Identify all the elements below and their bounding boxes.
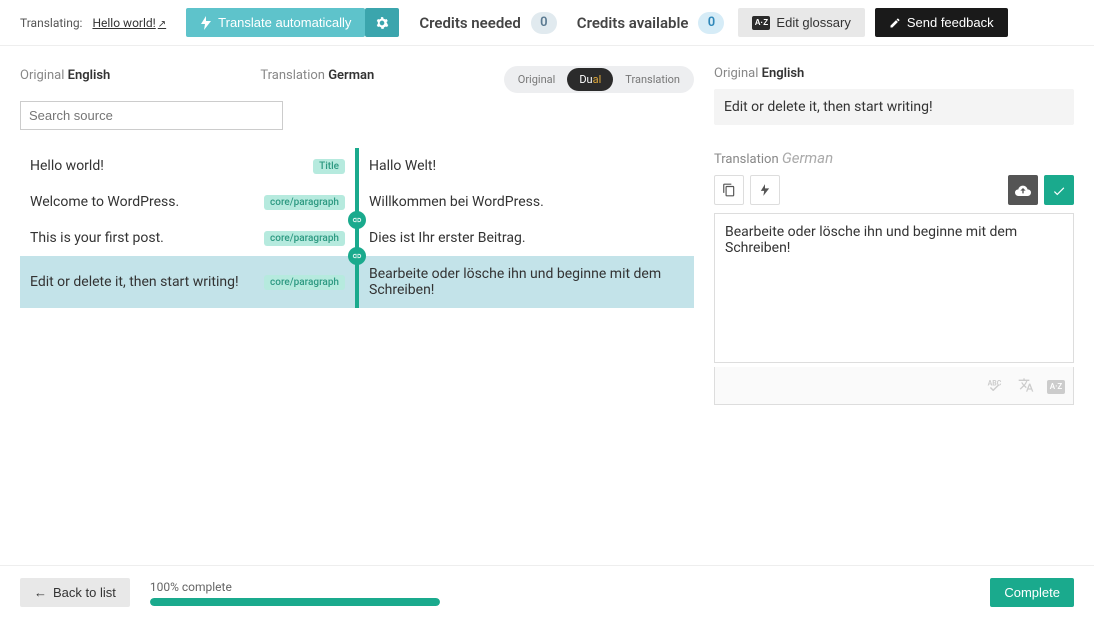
progress-fill bbox=[150, 598, 440, 606]
preview-original-header: Original English bbox=[714, 66, 1074, 81]
edit-footer: ABC A·Z bbox=[714, 367, 1074, 405]
tab-translation[interactable]: Translation bbox=[613, 68, 692, 91]
edit-glossary-label: Edit glossary bbox=[776, 15, 850, 30]
copy-icon bbox=[722, 183, 736, 197]
glossary-icon: A·Z bbox=[752, 16, 770, 30]
complete-button[interactable]: Complete bbox=[990, 578, 1074, 607]
original-header: Original English bbox=[20, 68, 110, 83]
link-icon[interactable] bbox=[348, 211, 366, 229]
right-column: Original English Edit or delete it, then… bbox=[714, 66, 1074, 405]
row-divider bbox=[355, 184, 359, 220]
dual-header: Original English Translation German Orig… bbox=[20, 66, 694, 93]
block-type-tag: Title bbox=[313, 159, 345, 174]
credits-needed-badge: 0 bbox=[531, 12, 557, 34]
credits-needed-label: Credits needed bbox=[419, 14, 520, 32]
translate-settings-button[interactable] bbox=[365, 8, 399, 37]
machine-translate-button[interactable] bbox=[750, 175, 780, 205]
target-cell: Bearbeite oder lösche ihn und beginne mi… bbox=[359, 256, 694, 308]
gear-icon bbox=[375, 16, 389, 30]
edit-toolbar-right bbox=[1008, 175, 1074, 205]
copy-source-button[interactable] bbox=[714, 175, 744, 205]
translating-link[interactable]: Hello world!↗ bbox=[92, 16, 166, 30]
spellcheck-icon[interactable]: ABC bbox=[987, 377, 1005, 394]
edit-glossary-button[interactable]: A·Z Edit glossary bbox=[738, 8, 864, 37]
view-tabs: Original Dual Translation bbox=[504, 66, 694, 93]
send-feedback-button[interactable]: Send feedback bbox=[875, 8, 1008, 37]
preview-original-lang: English bbox=[762, 66, 805, 81]
original-label: Original bbox=[20, 68, 64, 83]
main: Original English Translation German Orig… bbox=[0, 46, 1094, 425]
translate-automatically-button[interactable]: Translate automatically bbox=[186, 8, 365, 37]
block-type-tag: core/paragraph bbox=[264, 195, 345, 210]
table-row[interactable]: Welcome to WordPress. core/paragraph Willk… bbox=[20, 184, 694, 220]
edit-toolbar-left bbox=[714, 175, 780, 205]
progress-track bbox=[150, 598, 440, 606]
lightning-icon bbox=[200, 16, 212, 30]
translation-header: Translation German bbox=[260, 68, 374, 83]
edit-header: Translation German bbox=[714, 149, 1074, 167]
send-feedback-label: Send feedback bbox=[907, 15, 994, 30]
arrow-left-icon: ← bbox=[34, 585, 47, 600]
translate-icon[interactable] bbox=[1017, 377, 1035, 394]
lightning-icon bbox=[760, 183, 770, 197]
check-icon bbox=[1052, 184, 1066, 196]
preview-translation-lang: German bbox=[782, 149, 833, 167]
progress-wrap: 100% complete bbox=[150, 580, 971, 606]
source-text: Welcome to WordPress. bbox=[30, 194, 179, 210]
source-text: This is your first post. bbox=[30, 230, 164, 246]
svg-text:ABC: ABC bbox=[988, 379, 1002, 387]
source-text: Hello world! bbox=[30, 158, 104, 174]
row-divider bbox=[355, 148, 359, 184]
table-row[interactable]: Hello world! Title Hallo Welt! bbox=[20, 148, 694, 184]
credits-available-label: Credits available bbox=[577, 14, 689, 32]
left-column: Original English Translation German Orig… bbox=[20, 66, 694, 405]
target-cell: Dies ist Ihr erster Beitrag. bbox=[359, 220, 694, 256]
external-link-icon: ↗ bbox=[158, 19, 166, 30]
cloud-upload-icon bbox=[1015, 184, 1031, 196]
preview-original-text: Edit or delete it, then start writing! bbox=[714, 89, 1074, 125]
translating-label: Translating: bbox=[20, 16, 82, 30]
progress-label: 100% complete bbox=[150, 580, 971, 594]
source-cell: Hello world! Title bbox=[20, 148, 355, 184]
link-icon[interactable] bbox=[348, 247, 366, 265]
translation-label: Translation bbox=[260, 68, 325, 83]
target-cell: Hallo Welt! bbox=[359, 148, 694, 184]
translation-rows: Hello world!TitleHallo Welt!Welcome to W… bbox=[20, 148, 694, 308]
translating-link-text: Hello world! bbox=[92, 16, 155, 30]
preview-original-label: Original bbox=[714, 66, 758, 81]
block-type-tag: core/paragraph bbox=[264, 275, 345, 290]
cloud-button[interactable] bbox=[1008, 175, 1038, 205]
bottombar: ← Back to list 100% complete Complete bbox=[0, 565, 1094, 619]
source-cell: This is your first post. core/paragraph bbox=[20, 220, 355, 256]
glossary-footer-icon[interactable]: A·Z bbox=[1047, 377, 1065, 394]
search-input[interactable] bbox=[20, 101, 283, 130]
block-type-tag: core/paragraph bbox=[264, 231, 345, 246]
original-lang: English bbox=[68, 68, 111, 83]
credits-available-badge: 0 bbox=[698, 12, 724, 34]
target-cell: Willkommen bei WordPress. bbox=[359, 184, 694, 220]
tab-original[interactable]: Original bbox=[506, 68, 568, 91]
back-to-list-button[interactable]: ← Back to list bbox=[20, 578, 130, 607]
translate-auto-label: Translate automatically bbox=[218, 15, 351, 30]
source-cell: Edit or delete it, then start writing! co… bbox=[20, 256, 355, 308]
preview-translation-label: Translation bbox=[714, 152, 779, 167]
translation-textarea[interactable] bbox=[714, 213, 1074, 363]
back-label: Back to list bbox=[53, 585, 116, 600]
tab-dual-prefix: Du bbox=[579, 73, 592, 86]
source-text: Edit or delete it, then start writing! bbox=[30, 274, 239, 290]
confirm-button[interactable] bbox=[1044, 175, 1074, 205]
source-cell: Welcome to WordPress. core/paragraph bbox=[20, 184, 355, 220]
tab-dual-suffix: al bbox=[593, 73, 602, 86]
translation-lang: German bbox=[328, 68, 374, 83]
pencil-icon bbox=[889, 17, 901, 29]
tab-dual[interactable]: Dual bbox=[567, 68, 613, 91]
topbar: Translating: Hello world!↗ Translate aut… bbox=[0, 0, 1094, 46]
